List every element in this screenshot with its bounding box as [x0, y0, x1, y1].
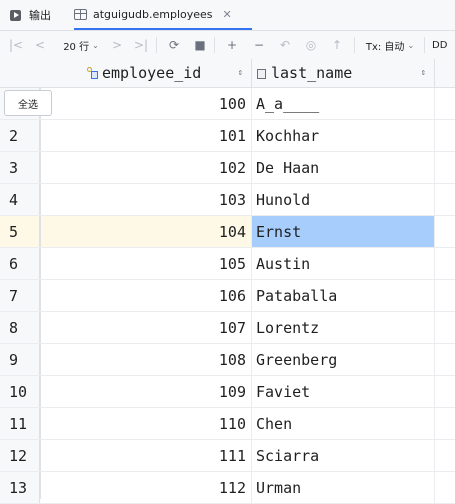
toolbar: |< < 20 行 ⌄ > >| ⟳ ■ + − ↶ ◎ ↑ Tx: 自动 ⌄ … — [0, 31, 455, 60]
employee-id-cell[interactable]: 107 — [41, 312, 252, 343]
table-icon — [74, 8, 87, 20]
table-row[interactable]: 4 103 Hunold — [0, 184, 455, 216]
delete-row-button[interactable]: − — [249, 31, 269, 59]
close-icon[interactable]: ✕ — [223, 8, 232, 21]
add-row-button[interactable]: + — [222, 31, 242, 59]
employee-id-cell[interactable]: 103 — [41, 184, 252, 215]
row-number[interactable]: 10 — [0, 376, 40, 407]
tab-output-label: 输出 — [29, 9, 51, 22]
row-number[interactable]: 4 — [0, 184, 40, 215]
submit-button[interactable]: ↑ — [327, 31, 347, 59]
row-number[interactable]: 9 — [0, 344, 40, 375]
output-icon — [10, 9, 21, 21]
page-size-label: 20 行 — [63, 41, 90, 53]
toolbar-divider — [156, 37, 157, 53]
employee-id-cell[interactable]: 110 — [41, 408, 252, 439]
last-name-cell[interactable]: Hunold — [252, 184, 435, 215]
column-header-employee-id[interactable]: employee_id ⇕ — [41, 59, 252, 87]
revert-button[interactable]: ↶ — [275, 31, 295, 59]
table-row[interactable]: 8 107 Lorentz — [0, 312, 455, 344]
chevron-down-icon: ⌄ — [92, 40, 99, 50]
tab-bar: 输出 atguigudb.employees ✕ — [0, 0, 455, 31]
toolbar-divider — [354, 37, 355, 53]
table-row[interactable]: 9 108 Greenberg — [0, 344, 455, 376]
row-number[interactable]: 7 — [0, 280, 40, 311]
last-name-cell[interactable]: Sciarra — [252, 440, 435, 471]
last-name-cell[interactable]: Chen — [252, 408, 435, 439]
table-row[interactable]: 3 102 De Haan — [0, 152, 455, 184]
transaction-mode-dropdown[interactable]: Tx: 自动 ⌄ — [362, 31, 418, 59]
last-name-cell[interactable]: Ernst — [252, 216, 435, 247]
last-name-cell[interactable]: Austin — [252, 248, 435, 279]
last-name-cell[interactable]: A_a____ — [252, 88, 435, 119]
employee-id-cell[interactable]: 109 — [41, 376, 252, 407]
view-button[interactable]: ◎ — [301, 31, 321, 59]
table-row[interactable]: 11 110 Chen — [0, 408, 455, 440]
select-all-button[interactable]: 全选 — [4, 90, 52, 116]
employee-id-cell[interactable]: 105 — [41, 248, 252, 279]
table-row[interactable]: 6 105 Austin — [0, 248, 455, 280]
toolbar-divider — [424, 37, 425, 53]
row-number[interactable]: 5 — [0, 216, 40, 247]
table-row[interactable]: 2 101 Kochhar — [0, 120, 455, 152]
last-name-cell[interactable]: Pataballa — [252, 280, 435, 311]
last-name-cell[interactable]: Faviet — [252, 376, 435, 407]
row-number[interactable]: 2 — [0, 120, 40, 151]
table-row[interactable]: 5 104 Ernst — [0, 216, 455, 248]
first-page-button[interactable]: |< — [6, 31, 26, 59]
tab-employees[interactable]: atguigudb.employees ✕ — [74, 0, 252, 30]
stop-button[interactable]: ■ — [190, 31, 210, 59]
chevron-down-icon: ⌄ — [407, 40, 415, 50]
column-header-label: employee_id — [102, 64, 202, 82]
last-name-cell[interactable]: De Haan — [252, 152, 435, 183]
last-name-cell[interactable]: Urman — [252, 472, 435, 503]
last-page-button[interactable]: >| — [130, 31, 152, 59]
row-number[interactable]: 6 — [0, 248, 40, 279]
row-number[interactable]: 3 — [0, 152, 40, 183]
data-grid: employee_id ⇕ last_name ⇕ 1100A_a____210… — [0, 59, 455, 504]
primary-key-column-icon — [87, 66, 98, 80]
table-row[interactable]: 10 109 Faviet — [0, 376, 455, 408]
column-header-last-name[interactable]: last_name ⇕ — [252, 59, 435, 87]
column-header-label: last_name — [271, 64, 353, 82]
table-row[interactable]: 13 112 Urman — [0, 472, 455, 504]
last-name-cell[interactable]: Kochhar — [252, 120, 435, 151]
grid-header: employee_id ⇕ last_name ⇕ — [0, 59, 455, 88]
tab-employees-label: atguigudb.employees — [93, 7, 213, 21]
page-size-dropdown[interactable]: 20 行 ⌄ — [56, 31, 106, 59]
prev-page-button[interactable]: < — [30, 31, 50, 59]
next-page-button[interactable]: > — [108, 31, 126, 59]
transaction-mode-label: Tx: 自动 — [365, 41, 405, 53]
sort-icon[interactable]: ⇕ — [421, 68, 426, 78]
ddl-button[interactable]: DD — [432, 31, 455, 59]
sort-icon[interactable]: ⇕ — [238, 68, 243, 78]
table-row[interactable]: 7 106 Pataballa — [0, 280, 455, 312]
employee-id-cell[interactable]: 102 — [41, 152, 252, 183]
employee-id-cell[interactable]: 108 — [41, 344, 252, 375]
tab-output[interactable]: 输出 — [10, 0, 51, 30]
last-name-cell[interactable]: Greenberg — [252, 344, 435, 375]
employee-id-cell[interactable]: 106 — [41, 280, 252, 311]
employee-id-cell[interactable]: 100 — [41, 88, 252, 119]
column-icon — [256, 67, 267, 80]
employee-id-cell[interactable]: 104 — [41, 216, 252, 247]
row-number[interactable]: 12 — [0, 440, 40, 471]
toolbar-divider — [214, 37, 215, 53]
employee-id-cell[interactable]: 111 — [41, 440, 252, 471]
row-number[interactable]: 11 — [0, 408, 40, 439]
row-number[interactable]: 8 — [0, 312, 40, 343]
employee-id-cell[interactable]: 112 — [41, 472, 252, 503]
table-row[interactable]: 1100A_a____ — [0, 88, 455, 120]
refresh-button[interactable]: ⟳ — [164, 31, 184, 59]
employee-id-cell[interactable]: 101 — [41, 120, 252, 151]
last-name-cell[interactable]: Lorentz — [252, 312, 435, 343]
row-number[interactable]: 13 — [0, 472, 40, 503]
table-row[interactable]: 12 111 Sciarra — [0, 440, 455, 472]
